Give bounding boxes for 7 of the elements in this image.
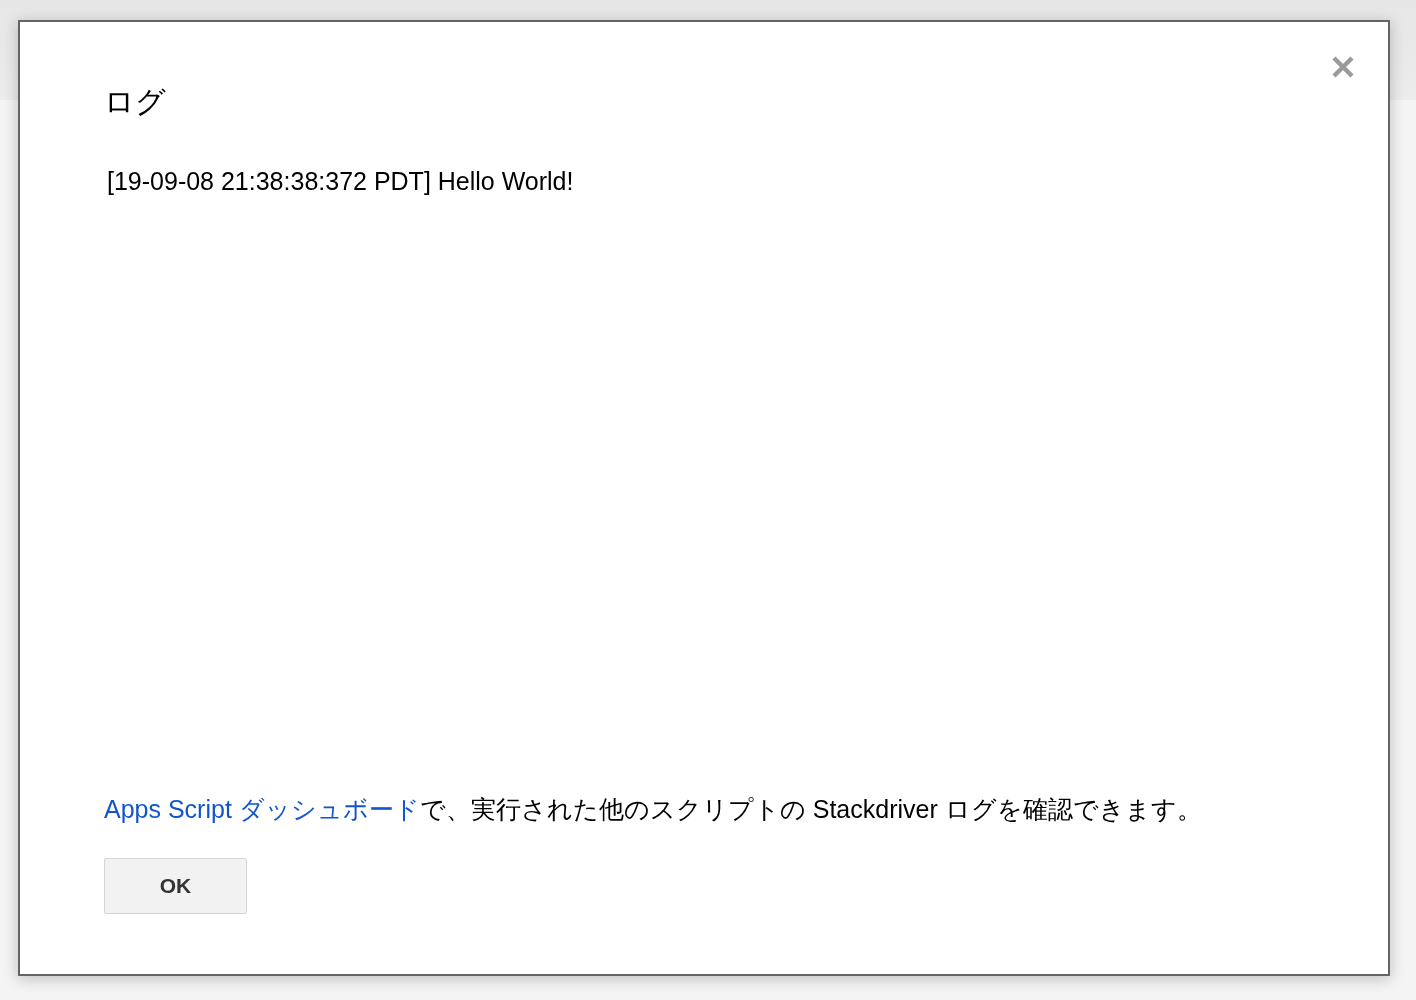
- ok-button[interactable]: OK: [104, 858, 247, 914]
- footer-text: Apps Script ダッシュボードで、実行された他のスクリプトの Stackdriver ログを確認できます。: [104, 794, 1202, 824]
- close-icon: [1331, 55, 1355, 79]
- close-button[interactable]: [1331, 55, 1355, 79]
- dialog-title: ログ: [104, 84, 166, 120]
- log-line: [19-09-08 21:38:38:372 PDT] Hello World!: [107, 166, 574, 196]
- dashboard-link[interactable]: Apps Script ダッシュボード: [104, 795, 420, 823]
